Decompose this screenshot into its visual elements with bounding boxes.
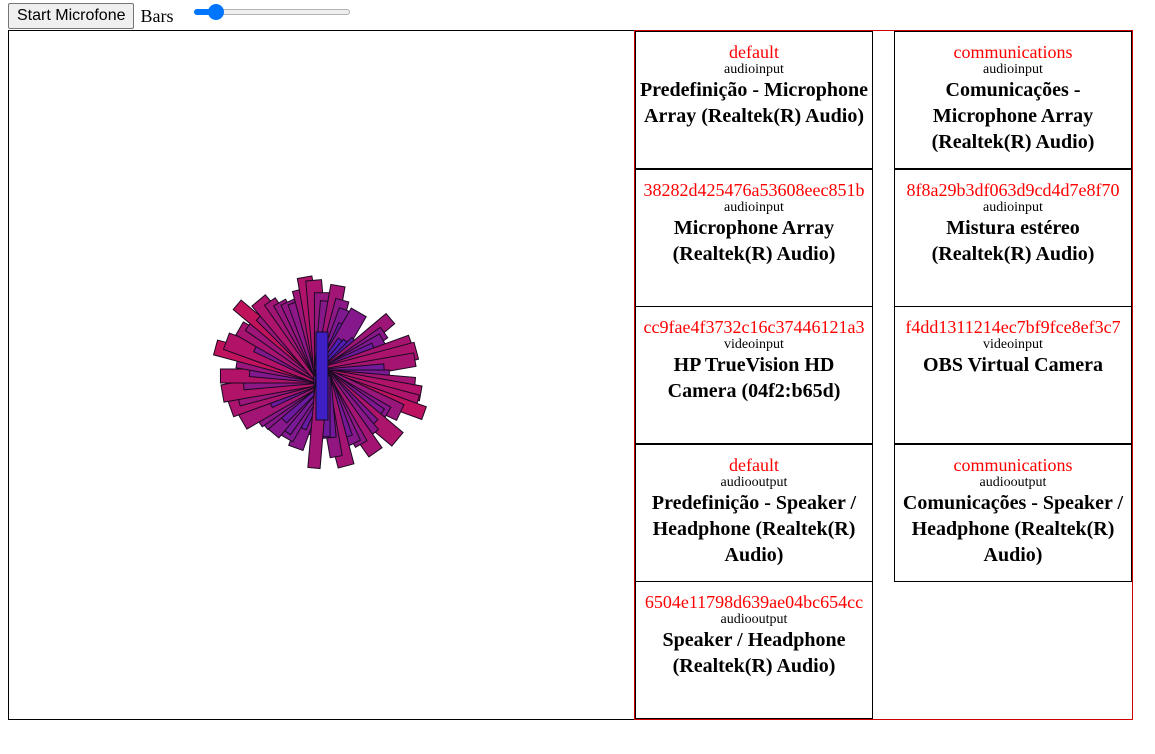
device-label: OBS Virtual Camera [923,354,1103,376]
visualizer-canvas [8,30,636,720]
toolbar: Start Microfone Bars [8,3,173,29]
device-label: Microphone Array (Realtek(R) Audio) [672,217,836,265]
device-label: Mistura estéreo (Realtek(R) Audio) [931,217,1095,265]
device-kind: audiooutput [979,475,1047,490]
device-card: 8f8a29b3df063d9cd4d7e8f70 audioinput Mistu… [894,169,1132,307]
device-card: default audioinput Predefinição - Micropho… [635,31,873,169]
device-kind: audiooutput [720,612,788,627]
device-card: 6504e11798d639ae04bc654cc audiooutput Spea… [635,581,873,719]
device-list: default audioinput Predefinição - Micropho… [634,30,1133,720]
device-id: cc9fae4f3732c16c37446121a3 [643,317,865,337]
device-id: 8f8a29b3df063d9cd4d7e8f70 [906,180,1120,200]
device-card: 38282d425476a53608eec851b audioinput Micro… [635,169,873,307]
device-label: Comunicações - Speaker / Headphone (Real… [902,492,1124,566]
device-kind: audiooutput [720,475,788,490]
device-id: 6504e11798d639ae04bc654cc [644,592,864,612]
device-id: default [729,455,779,475]
device-label: Predefinição - Microphone Array (Realtek… [639,79,869,127]
visualizer-center-bar [315,331,329,421]
device-kind: audioinput [983,62,1043,77]
device-id: communications [953,455,1073,475]
device-card: communications audiooutput Comunicações - … [894,444,1132,582]
device-kind: audioinput [983,200,1043,215]
device-label: Speaker / Headphone (Realtek(R) Audio) [662,629,846,677]
device-kind: audioinput [724,62,784,77]
device-card: communications audioinput Comunicações - M… [894,31,1132,169]
device-label: Predefinição - Speaker / Headphone (Real… [651,492,857,566]
radial-bars-visualizer [212,275,427,470]
device-label: HP TrueVision HD Camera (04f2:b65d) [667,354,841,402]
slider-thumb[interactable] [208,4,224,20]
start-microphone-button[interactable]: Start Microfone [8,3,135,29]
device-kind: videoinput [724,337,784,352]
device-card: f4dd1311214ec7bf9fce8ef3c7 videoinput OBS … [894,306,1132,444]
bars-slider[interactable] [190,3,352,21]
device-id: communications [953,42,1073,62]
device-card: default audiooutput Predefinição - Speaker… [635,444,873,582]
device-label: Comunicações - Microphone Array (Realtek… [931,79,1095,153]
device-card: cc9fae4f3732c16c37446121a3 videoinput HP T… [635,306,873,444]
device-id: f4dd1311214ec7bf9fce8ef3c7 [905,317,1121,337]
device-id: default [729,42,779,62]
device-kind: videoinput [983,337,1043,352]
device-kind: audioinput [724,200,784,215]
visualizer-mode-label: Bars [140,5,174,26]
device-id: 38282d425476a53608eec851b [643,180,865,200]
